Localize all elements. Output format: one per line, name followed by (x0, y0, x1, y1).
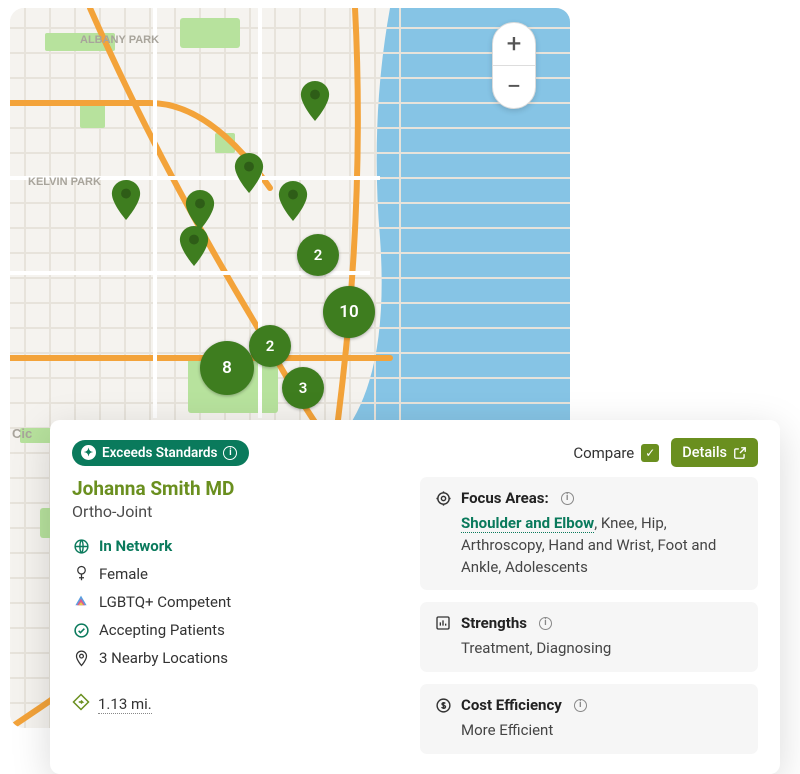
female-icon (72, 565, 90, 583)
attr-lgbtq: LGBTQ+ Competent (72, 593, 392, 611)
map-cluster[interactable]: 10 (323, 286, 375, 338)
map-pin[interactable] (185, 190, 215, 230)
attr-gender: Female (72, 565, 392, 583)
map-label-cic: Cic (12, 426, 32, 441)
strengths-title: Strengths (461, 614, 527, 632)
info-icon[interactable]: i (574, 699, 587, 712)
external-link-icon (733, 446, 747, 460)
quality-badge[interactable]: ✦ Exceeds Standards i (72, 440, 249, 466)
info-icon[interactable]: i (223, 446, 237, 460)
map-label-albany: ALBANY PARK (80, 34, 159, 46)
attr-gender-label: Female (99, 565, 148, 583)
map-label-kelvin: KELVIN PARK (28, 176, 101, 188)
panel-cost: Cost Efficiency i More Efficient (420, 684, 758, 754)
map-pin[interactable] (278, 181, 308, 221)
sparkle-icon: ✦ (81, 445, 96, 460)
map-pin[interactable] (111, 180, 141, 220)
panel-focus-areas: Focus Areas: i Shoulder and Elbow, Knee,… (420, 477, 758, 590)
compare-toggle[interactable]: Compare ✓ (573, 444, 659, 462)
attr-locations: 3 Nearby Locations (72, 649, 392, 667)
map-cluster[interactable]: 8 (200, 341, 254, 395)
info-icon[interactable]: i (561, 492, 574, 505)
globe-icon (72, 538, 90, 555)
provider-detail-panels: Focus Areas: i Shoulder and Elbow, Knee,… (420, 477, 758, 754)
provider-specialty: Ortho-Joint (72, 502, 392, 521)
compare-label: Compare (573, 444, 634, 462)
compare-checkbox[interactable]: ✓ (641, 444, 659, 462)
cost-title: Cost Efficiency (461, 696, 562, 714)
details-label: Details (682, 444, 727, 461)
zoom-out-button[interactable]: − (493, 66, 535, 108)
map-cluster[interactable]: 3 (282, 367, 324, 409)
attr-accepting-label: Accepting Patients (99, 621, 225, 639)
attr-network: In Network (72, 537, 392, 555)
attr-network-label: In Network (99, 537, 172, 555)
zoom-in-button[interactable]: + (493, 23, 535, 65)
map-pin[interactable] (179, 226, 209, 266)
map-cluster[interactable]: 2 (297, 234, 339, 276)
focus-title: Focus Areas: (461, 489, 549, 507)
attr-locations-label: 3 Nearby Locations (99, 649, 228, 667)
map-pin[interactable] (234, 153, 264, 193)
pin-icon (72, 649, 90, 667)
bar-chart-icon (434, 615, 452, 631)
strengths-body: Treatment, Diagnosing (434, 638, 744, 660)
attr-accepting: Accepting Patients (72, 621, 392, 639)
attr-lgbtq-label: LGBTQ+ Competent (99, 593, 231, 611)
info-icon[interactable]: i (539, 617, 552, 630)
zoom-control: + − (492, 22, 536, 109)
card-header: ✦ Exceeds Standards i Compare ✓ Details (72, 438, 758, 467)
distance-row[interactable]: 1.13 mi. (72, 693, 392, 715)
cost-body: More Efficient (434, 720, 744, 742)
map-cluster[interactable]: 2 (249, 325, 291, 367)
details-button[interactable]: Details (671, 438, 758, 467)
directions-icon (72, 693, 90, 715)
lgbtq-icon (72, 594, 90, 610)
check-circle-icon (72, 622, 90, 639)
focus-body: Shoulder and Elbow, Knee, Hip, Arthrosco… (434, 513, 744, 578)
quality-badge-label: Exceeds Standards (102, 445, 217, 461)
dollar-icon (434, 697, 452, 714)
map-pin[interactable] (300, 81, 330, 121)
target-icon (434, 490, 452, 507)
panel-strengths: Strengths i Treatment, Diagnosing (420, 602, 758, 672)
distance-value: 1.13 mi. (98, 695, 152, 714)
provider-name[interactable]: Johanna Smith MD (72, 477, 392, 500)
provider-summary: Johanna Smith MD Ortho-Joint In Network … (72, 477, 392, 754)
provider-card: ✦ Exceeds Standards i Compare ✓ Details … (50, 420, 780, 774)
focus-link[interactable]: Shoulder and Elbow (461, 514, 594, 533)
